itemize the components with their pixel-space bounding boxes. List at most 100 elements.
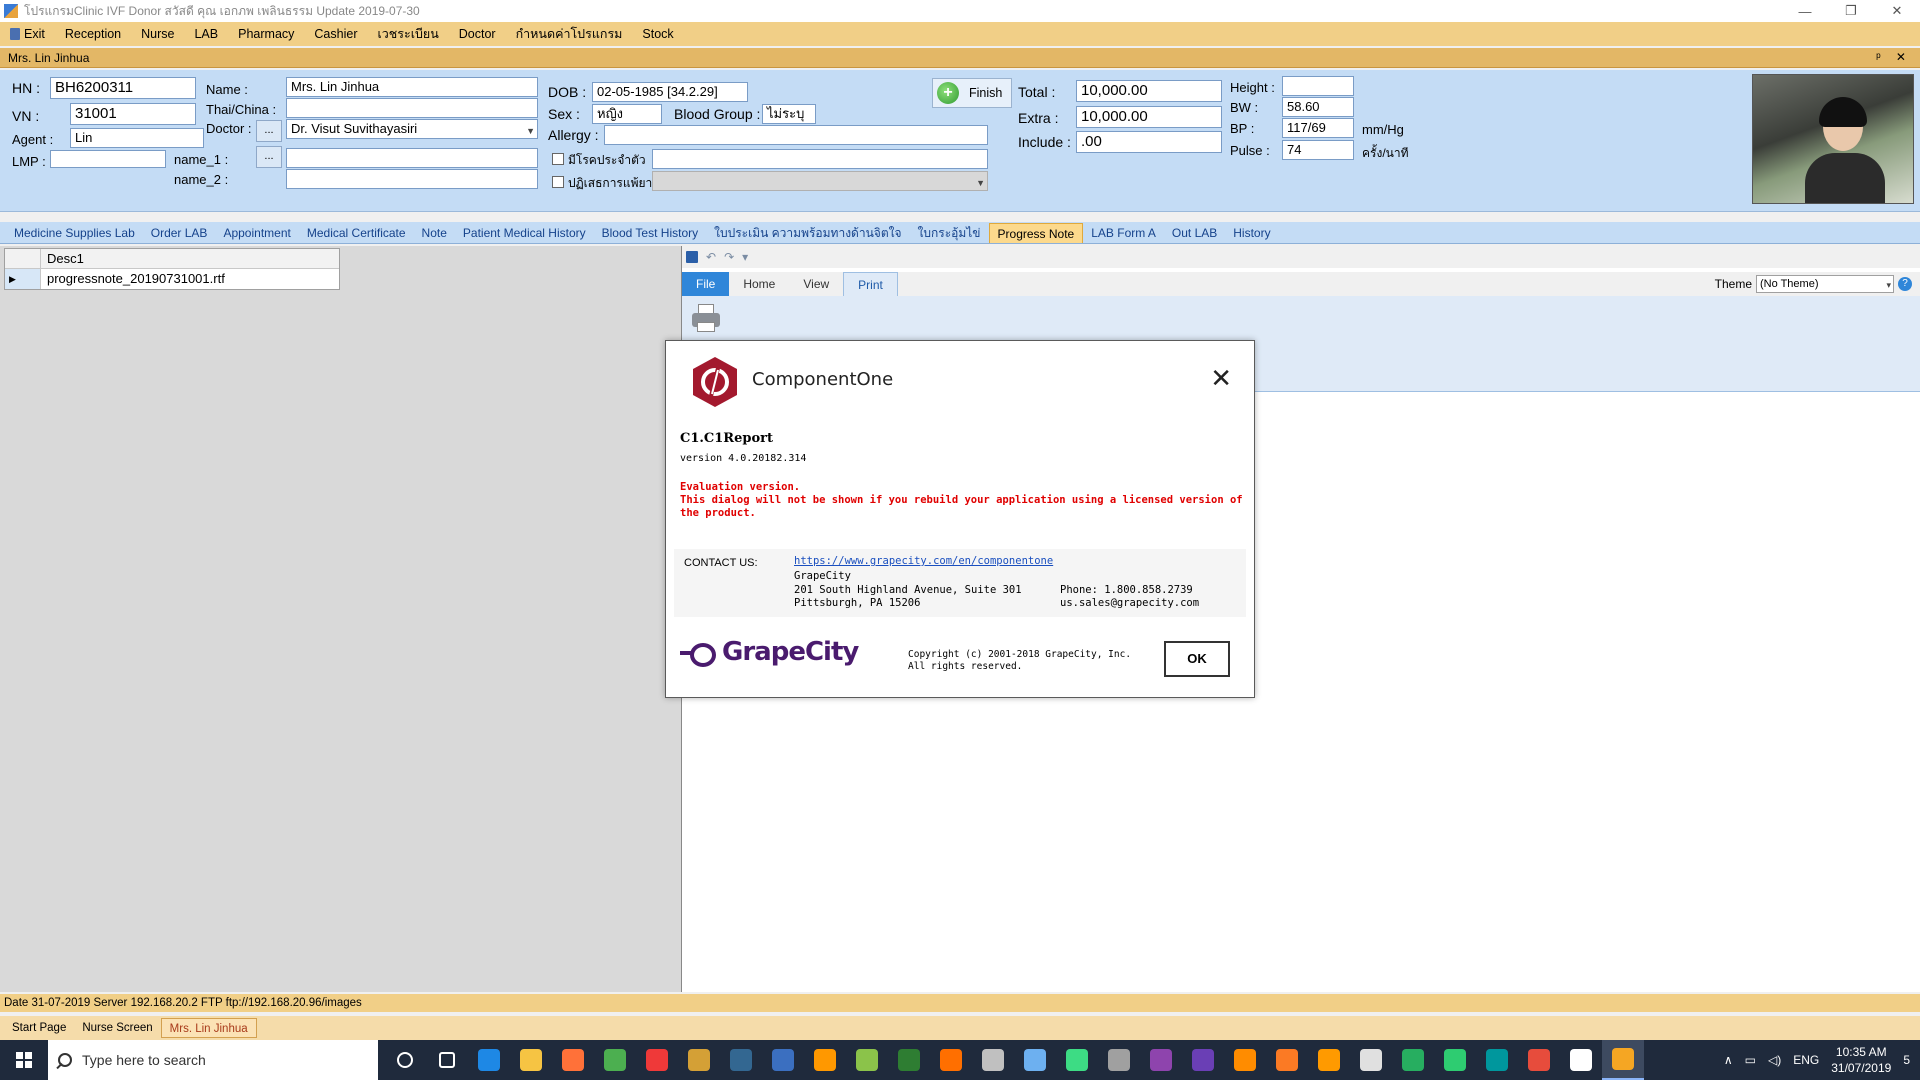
tab-history[interactable]: History <box>1225 223 1278 243</box>
undo-icon[interactable]: ↶ <box>706 250 716 264</box>
redo-icon[interactable]: ↷ <box>724 250 734 264</box>
dob-field[interactable]: 02-05-1985 [34.2.29] <box>592 82 748 102</box>
notepad-icon[interactable] <box>846 1040 888 1080</box>
name1-lookup-button[interactable]: ... <box>256 146 282 168</box>
language-indicator[interactable]: ENG <box>1793 1053 1819 1067</box>
document-controls[interactable]: ᵖ ✕ <box>1876 50 1912 64</box>
tab-note[interactable]: Note <box>414 223 455 243</box>
sublime-icon[interactable] <box>804 1040 846 1080</box>
close-icon[interactable]: ✕ <box>1210 366 1232 392</box>
column-desc1[interactable]: Desc1 <box>41 249 84 268</box>
settings-icon[interactable] <box>1560 1040 1602 1080</box>
app-icon[interactable] <box>678 1040 720 1080</box>
ribbon-tab-file[interactable]: File <box>682 272 730 296</box>
finish-button[interactable]: + Finish <box>932 78 1012 108</box>
visual-studio-icon[interactable] <box>1182 1040 1224 1080</box>
app-icon[interactable] <box>1602 1040 1644 1080</box>
restore-button[interactable]: ❐ <box>1828 0 1874 22</box>
chronic-disease-checkbox[interactable] <box>552 153 564 165</box>
visual-studio-icon[interactable] <box>1140 1040 1182 1080</box>
tab-medicine-supplies-lab[interactable]: Medicine Supplies Lab <box>6 223 143 243</box>
menu-stock[interactable]: Stock <box>632 27 683 41</box>
app-icon[interactable] <box>1392 1040 1434 1080</box>
edge-icon[interactable] <box>468 1040 510 1080</box>
agent-field[interactable]: Lin <box>70 128 204 148</box>
doc-tab-nurse-screen[interactable]: Nurse Screen <box>74 1018 160 1038</box>
blood-group-field[interactable]: ไม่ระบุ <box>762 104 816 124</box>
app-icon[interactable] <box>1518 1040 1560 1080</box>
extra-field[interactable]: 10,000.00 <box>1076 106 1222 128</box>
tab-psych-assessment[interactable]: ใบประเมิน ความพร้อมทางด้านจิตใจ <box>706 223 909 243</box>
firefox-icon[interactable] <box>552 1040 594 1080</box>
chronic-disease-field[interactable] <box>652 149 988 169</box>
theme-select[interactable]: (No Theme) ▾ <box>1756 275 1894 293</box>
include-field[interactable]: .00 <box>1076 131 1222 153</box>
thai-china-field[interactable] <box>286 98 538 118</box>
ok-button[interactable]: OK <box>1164 641 1230 677</box>
minimize-button[interactable]: — <box>1782 0 1828 22</box>
cortana-icon[interactable] <box>384 1040 426 1080</box>
app-icon[interactable] <box>1434 1040 1476 1080</box>
file-explorer-icon[interactable] <box>510 1040 552 1080</box>
doc-tab-start-page[interactable]: Start Page <box>4 1018 74 1038</box>
save-icon[interactable] <box>686 251 698 263</box>
ribbon-tab-print[interactable]: Print <box>843 272 898 296</box>
hn-field[interactable]: BH6200311 <box>50 77 196 99</box>
tab-blood-test-history[interactable]: Blood Test History <box>594 223 707 243</box>
close-window-button[interactable]: ✕ <box>1874 0 1920 22</box>
total-field[interactable]: 10,000.00 <box>1076 80 1222 102</box>
xampp-icon[interactable] <box>1266 1040 1308 1080</box>
tab-lab-form-a[interactable]: LAB Form A <box>1083 223 1164 243</box>
vivaldi-icon[interactable] <box>636 1040 678 1080</box>
vn-field[interactable]: 31001 <box>70 103 196 125</box>
vlc-icon[interactable] <box>1224 1040 1266 1080</box>
tab-appointment[interactable]: Appointment <box>215 223 298 243</box>
customize-icon[interactable]: ▾ <box>742 250 748 264</box>
website-link[interactable]: https://www.grapecity.com/en/componenton… <box>794 555 1053 567</box>
pulse-field[interactable]: 74 <box>1282 140 1354 160</box>
task-view-icon[interactable] <box>426 1040 468 1080</box>
doctor-select[interactable]: Dr. Visut Suvithayasiri ▼ <box>286 119 538 139</box>
tab-egg-stimulation[interactable]: ใบกระอุ้มไข่ <box>910 223 989 243</box>
bw-field[interactable]: 58.60 <box>1282 97 1354 117</box>
calculator-icon[interactable] <box>1350 1040 1392 1080</box>
allergy-field[interactable] <box>604 125 988 145</box>
chrome-icon[interactable] <box>594 1040 636 1080</box>
file-name-cell[interactable]: progressnote_20190731001.rtf <box>41 269 225 289</box>
name2-field[interactable] <box>286 169 538 189</box>
app-icon[interactable] <box>930 1040 972 1080</box>
app-icon[interactable] <box>888 1040 930 1080</box>
arduino-icon[interactable] <box>1476 1040 1518 1080</box>
tray-chevron-icon[interactable]: ∧ <box>1724 1053 1733 1067</box>
table-row[interactable]: ▶ progressnote_20190731001.rtf <box>5 269 339 289</box>
clock[interactable]: 10:35 AM 31/07/2019 <box>1831 1044 1891 1076</box>
menu-reception[interactable]: Reception <box>55 27 131 41</box>
app-icon[interactable] <box>1014 1040 1056 1080</box>
notification-icon[interactable]: 5 <box>1903 1053 1910 1067</box>
app-icon[interactable] <box>762 1040 804 1080</box>
tab-medical-certificate[interactable]: Medical Certificate <box>299 223 414 243</box>
app-icon[interactable] <box>972 1040 1014 1080</box>
tab-progress-note[interactable]: Progress Note <box>988 223 1084 243</box>
lmp-field[interactable] <box>50 150 166 168</box>
app-icon[interactable] <box>1098 1040 1140 1080</box>
volume-icon[interactable]: ◁) <box>1768 1053 1781 1067</box>
taskbar-search[interactable]: Type here to search <box>48 1040 378 1080</box>
network-icon[interactable]: ▭ <box>1745 1053 1756 1067</box>
menu-lab[interactable]: LAB <box>184 27 228 41</box>
name-field[interactable]: Mrs. Lin Jinhua <box>286 77 538 97</box>
ribbon-tab-view[interactable]: View <box>789 272 843 296</box>
start-button[interactable] <box>0 1040 48 1080</box>
menu-cashier[interactable]: Cashier <box>304 27 367 41</box>
doctor-lookup-button[interactable]: ... <box>256 120 282 142</box>
sex-field[interactable]: หญิง <box>592 104 662 124</box>
postgres-icon[interactable] <box>720 1040 762 1080</box>
height-field[interactable] <box>1282 76 1354 96</box>
menu-medical-records[interactable]: เวชระเบียน <box>367 24 448 44</box>
deny-allergy-checkbox[interactable] <box>552 176 564 188</box>
illustrator-icon[interactable] <box>1308 1040 1350 1080</box>
ribbon-tab-home[interactable]: Home <box>729 272 789 296</box>
tab-patient-medical-history[interactable]: Patient Medical History <box>455 223 594 243</box>
name1-field[interactable] <box>286 148 538 168</box>
menu-nurse[interactable]: Nurse <box>131 27 184 41</box>
